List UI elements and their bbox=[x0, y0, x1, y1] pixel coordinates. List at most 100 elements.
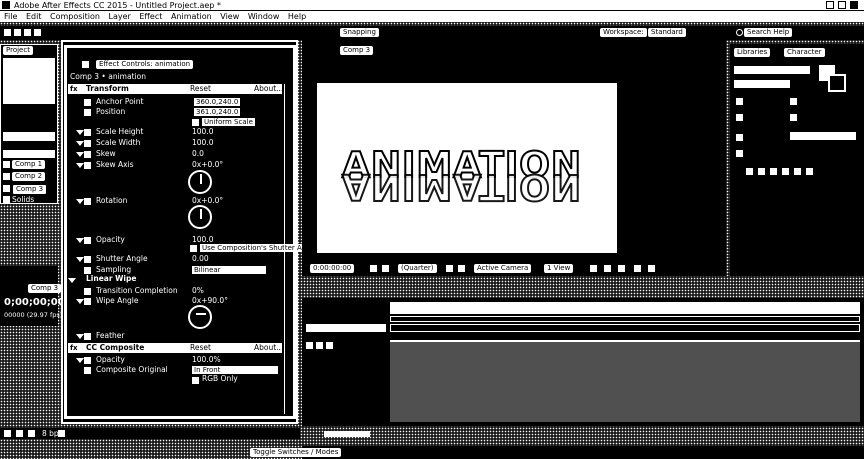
chevron-right-icon[interactable] bbox=[76, 238, 84, 243]
cc-composite-reset-button[interactable]: Reset bbox=[190, 343, 211, 353]
menu-view[interactable]: View bbox=[220, 12, 239, 21]
uniform-scale-checkbox[interactable] bbox=[192, 119, 199, 126]
transparency-grid-icon[interactable] bbox=[458, 265, 465, 272]
hand-tool-icon[interactable] bbox=[24, 29, 31, 36]
cc-composite-about-button[interactable]: About... bbox=[254, 343, 283, 353]
work-area-bar[interactable] bbox=[390, 324, 860, 332]
menu-help[interactable]: Help bbox=[288, 12, 306, 21]
composite-original-select[interactable]: In Front bbox=[192, 366, 278, 374]
chevron-right-icon[interactable] bbox=[76, 141, 84, 146]
snapshot-icon[interactable] bbox=[618, 265, 625, 272]
stroke-color-swatch[interactable] bbox=[828, 74, 846, 92]
region-icon[interactable] bbox=[446, 265, 453, 272]
camera-select[interactable]: Active Camera bbox=[474, 264, 532, 273]
use-comp-shutter-checkbox[interactable] bbox=[190, 245, 197, 252]
stopwatch-icon[interactable] bbox=[84, 298, 91, 305]
layer-visibility-icon[interactable] bbox=[306, 342, 313, 349]
menu-animation[interactable]: Animation bbox=[171, 12, 212, 21]
linear-wipe-name[interactable]: Linear Wipe bbox=[86, 274, 136, 284]
prop-scale-width-value[interactable]: 100.0 bbox=[192, 138, 213, 148]
tab-effect-controls[interactable]: Effect Controls: animation bbox=[96, 60, 194, 69]
workspace-select[interactable]: Standard bbox=[648, 28, 686, 37]
menu-file[interactable]: File bbox=[4, 12, 17, 21]
close-button[interactable] bbox=[850, 1, 858, 9]
timeline-search[interactable] bbox=[306, 324, 386, 332]
stopwatch-icon[interactable] bbox=[84, 333, 91, 340]
comp-timecode[interactable]: 0:00:00:00 bbox=[310, 264, 355, 273]
stopwatch-icon[interactable] bbox=[84, 109, 91, 116]
menu-layer[interactable]: Layer bbox=[109, 12, 131, 21]
search-help-input[interactable]: Search Help bbox=[744, 28, 793, 37]
stopwatch-icon[interactable] bbox=[84, 151, 91, 158]
tab-composition[interactable]: Comp 3 bbox=[340, 46, 374, 55]
faux-bold-icon[interactable] bbox=[746, 168, 753, 175]
chevron-down-icon[interactable] bbox=[76, 299, 84, 304]
tab-project[interactable]: Project bbox=[3, 46, 33, 55]
trash-icon[interactable] bbox=[58, 430, 65, 437]
stopwatch-icon[interactable] bbox=[84, 198, 91, 205]
font-family-select[interactable] bbox=[734, 66, 810, 74]
reset-exposure-icon[interactable] bbox=[648, 265, 655, 272]
prop-shutter-angle-value[interactable]: 0.00 bbox=[192, 254, 209, 264]
prop-cc-opacity-value[interactable]: 100.0% bbox=[192, 355, 221, 365]
selection-tool-icon[interactable] bbox=[14, 29, 21, 36]
rgb-only-checkbox[interactable] bbox=[192, 377, 199, 384]
interpret-footage-icon[interactable] bbox=[4, 430, 11, 437]
prop-transition-completion-value[interactable]: 0% bbox=[192, 286, 204, 296]
timeline-ruler[interactable] bbox=[390, 302, 860, 314]
chevron-down-icon[interactable] bbox=[76, 199, 84, 204]
timeline-timecode[interactable]: 0;00;00;00 bbox=[4, 298, 65, 308]
chevron-down-icon[interactable] bbox=[76, 163, 84, 168]
rotation-dial[interactable] bbox=[188, 205, 212, 229]
layer-lock-icon[interactable] bbox=[326, 342, 333, 349]
color-icon[interactable] bbox=[382, 265, 389, 272]
stopwatch-icon[interactable] bbox=[84, 162, 91, 169]
stopwatch-icon[interactable] bbox=[84, 367, 91, 374]
sampling-select[interactable]: Bilinear bbox=[192, 266, 266, 274]
tab-character[interactable]: Character bbox=[784, 48, 825, 57]
timeline-icon[interactable] bbox=[604, 265, 611, 272]
minimize-button[interactable] bbox=[826, 1, 834, 9]
project-item-solids[interactable]: Solids bbox=[12, 195, 34, 205]
tab-libraries[interactable]: Libraries bbox=[734, 48, 771, 57]
stopwatch-icon[interactable] bbox=[84, 99, 91, 106]
chevron-right-icon[interactable] bbox=[76, 358, 84, 363]
maximize-button[interactable] bbox=[838, 1, 846, 9]
stopwatch-icon[interactable] bbox=[84, 140, 91, 147]
chevron-down-icon[interactable] bbox=[68, 278, 76, 283]
stopwatch-icon[interactable] bbox=[84, 288, 91, 295]
stopwatch-icon[interactable] bbox=[84, 237, 91, 244]
all-caps-icon[interactable] bbox=[770, 168, 777, 175]
prop-skew-axis-value[interactable]: 0x+0.0° bbox=[192, 160, 223, 170]
menu-effect[interactable]: Effect bbox=[139, 12, 162, 21]
resolution-select[interactable]: (Quarter) bbox=[398, 264, 437, 273]
time-navigator[interactable] bbox=[390, 316, 860, 322]
stopwatch-icon[interactable] bbox=[84, 256, 91, 263]
chevron-right-icon[interactable] bbox=[76, 334, 84, 339]
small-caps-icon[interactable] bbox=[782, 168, 789, 175]
views-select[interactable]: 1 View bbox=[544, 264, 574, 273]
toggle-switches-modes-button[interactable]: Toggle Switches / Modes bbox=[250, 448, 342, 457]
faux-italic-icon[interactable] bbox=[758, 168, 765, 175]
new-comp-icon[interactable] bbox=[28, 430, 35, 437]
new-folder-icon[interactable] bbox=[16, 430, 23, 437]
prop-scale-height-value[interactable]: 100.0 bbox=[192, 127, 213, 137]
chevron-right-icon[interactable] bbox=[76, 130, 84, 135]
chevron-right-icon[interactable] bbox=[76, 152, 84, 157]
timeline-comp-tab[interactable]: Comp 3 bbox=[28, 284, 62, 293]
superscript-icon[interactable] bbox=[794, 168, 801, 175]
transform-reset-button[interactable]: Reset bbox=[190, 84, 211, 94]
project-item-comp1[interactable]: Comp 1 bbox=[12, 160, 46, 169]
prop-anchor-point-value[interactable]: 360.0,240.0 bbox=[194, 98, 241, 106]
stopwatch-icon[interactable] bbox=[84, 357, 91, 364]
layer-audio-icon[interactable] bbox=[316, 342, 323, 349]
zoom-slider[interactable] bbox=[324, 431, 370, 437]
snapping-toggle[interactable]: Snapping bbox=[340, 28, 379, 37]
home-tool-icon[interactable] bbox=[4, 29, 11, 36]
zoom-tool-icon[interactable] bbox=[34, 29, 41, 36]
effect-controls-scrollbar[interactable] bbox=[284, 84, 290, 414]
menu-edit[interactable]: Edit bbox=[26, 12, 42, 21]
menu-composition[interactable]: Composition bbox=[50, 12, 100, 21]
menu-window[interactable]: Window bbox=[248, 12, 280, 21]
project-search-input[interactable] bbox=[3, 132, 55, 141]
